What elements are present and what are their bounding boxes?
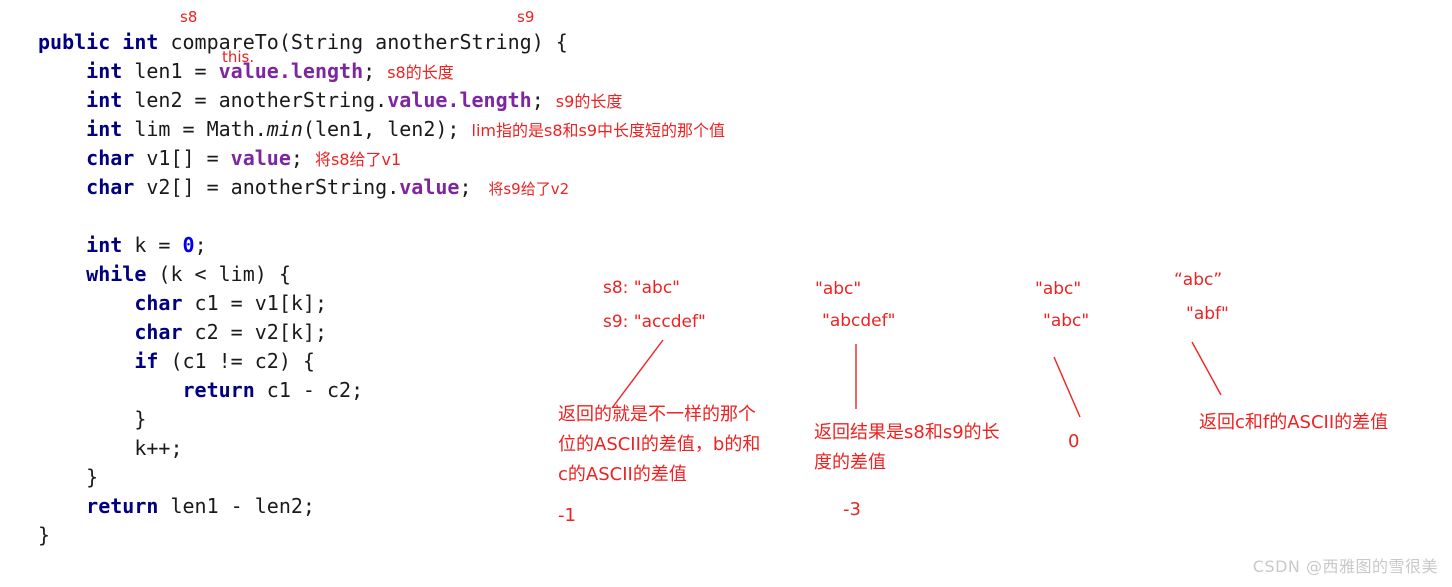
code-token: }: [38, 523, 51, 547]
code-token: ;: [459, 175, 484, 199]
code-line: int k = 0;: [38, 231, 725, 260]
code-token: char: [86, 175, 135, 199]
code-line: char v2[] = anotherString.value; 将s9给了v2: [38, 173, 725, 202]
code-token: value: [399, 175, 460, 199]
code-inline-comment: lim指的是s8和s9中长度短的那个值: [471, 121, 726, 140]
case4-string-s8: “abc”: [1174, 270, 1223, 290]
code-token: return: [86, 494, 159, 518]
case1-result: -1: [558, 505, 576, 526]
case2-result: -3: [843, 499, 861, 520]
code-line: int len2 = anotherString.value.length; s…: [38, 86, 725, 115]
code-token: k++;: [38, 436, 183, 460]
code-token: len1 =: [122, 59, 219, 83]
code-inline-comment: 将s9给了v2: [483, 180, 570, 198]
code-token: int: [86, 233, 123, 257]
case2-string-s8: "abc": [815, 279, 862, 299]
code-token: int: [122, 30, 159, 54]
code-token: return: [182, 378, 255, 402]
case4-string-s9: "abf": [1186, 304, 1229, 324]
csdn-watermark: CSDN @西雅图的雪很美: [1252, 557, 1438, 576]
code-token: if: [134, 349, 159, 373]
code-token: (k < lim) {: [146, 262, 291, 286]
code-line: char v1[] = value; 将s8给了v1: [38, 144, 725, 173]
case4-explanation: 返回c和f的ASCII的差值: [1199, 412, 1389, 433]
case4-connector: [1191, 341, 1222, 396]
case2-explanation: 返回结果是s8和s9的长度的差值: [814, 422, 1000, 473]
case3-result: 0: [1068, 431, 1080, 452]
code-token: 0: [182, 233, 195, 257]
code-token: len2 = anotherString.: [122, 88, 388, 112]
code-line: int len1 = value.length; s8的长度: [38, 57, 725, 86]
code-inline-comment: s8的长度: [387, 63, 454, 82]
code-token: char: [134, 320, 183, 344]
code-token: value: [230, 146, 291, 170]
code-line: if (c1 != c2) {: [38, 347, 725, 376]
code-token: value.length: [387, 88, 532, 112]
code-token: compareTo(String anotherString) {: [158, 30, 568, 54]
case1-string-s9: s9: "accdef": [603, 312, 706, 332]
code-token: char: [134, 291, 183, 315]
code-token: (len1, len2);: [302, 117, 472, 141]
code-token: int: [86, 117, 123, 141]
code-token: c2 = v2[k];: [182, 320, 327, 344]
annotation-param-s8: s8: [180, 8, 198, 26]
code-token: ;: [290, 146, 315, 170]
code-token: c1 - c2;: [254, 378, 364, 402]
case3-connector: [1053, 356, 1081, 418]
case2-string-s9: "abcdef": [822, 311, 896, 331]
code-token: min: [266, 117, 303, 141]
code-inline-comment: s9的长度: [555, 92, 623, 111]
code-token: int: [86, 88, 123, 112]
code-token: v1[] =: [134, 146, 231, 170]
code-token: lim = Math.: [122, 117, 267, 141]
code-token: (c1 != c2) {: [158, 349, 315, 373]
code-token: }: [38, 465, 99, 489]
case3-string-s9: "abc": [1043, 311, 1090, 331]
code-token: char: [86, 146, 135, 170]
code-token: ;: [194, 233, 207, 257]
code-token: while: [86, 262, 147, 286]
case1-string-s8: s8: "abc": [603, 278, 680, 298]
code-line: return len1 - len2;: [38, 492, 725, 521]
code-token: c1 = v1[k];: [182, 291, 327, 315]
code-token: ;: [363, 59, 388, 83]
code-token: len1 - len2;: [158, 494, 315, 518]
code-token: v2[] = anotherString.: [134, 175, 400, 199]
code-line: int lim = Math.min(len1, len2); lim指的是s8…: [38, 115, 725, 144]
code-token: int: [86, 59, 123, 83]
annotation-this-overlay: this.: [222, 48, 255, 66]
case1-explanation: 返回的就是不一样的那个位的ASCII的差值，b的和c的ASCII的差值: [558, 404, 761, 485]
annotation-param-s9: s9: [517, 8, 535, 26]
case3-string-s8: "abc": [1035, 279, 1082, 299]
code-line: public int compareTo(String anotherStrin…: [38, 28, 725, 57]
code-token: public: [38, 30, 111, 54]
code-token: }: [38, 407, 147, 431]
code-token: ;: [531, 88, 556, 112]
code-token: k =: [122, 233, 183, 257]
code-line: }: [38, 521, 725, 550]
code-inline-comment: 将s8给了v1: [314, 150, 402, 169]
